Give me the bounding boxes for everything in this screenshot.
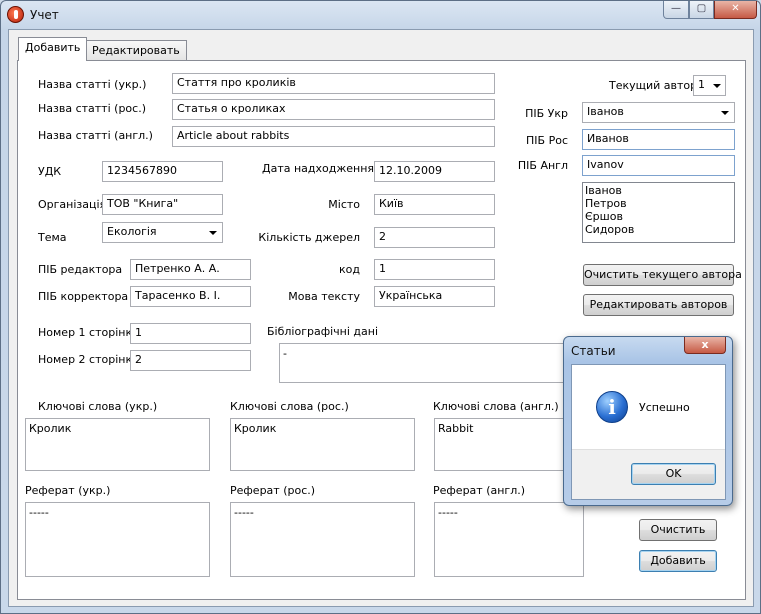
editor-input[interactable]: Петренко А. А. <box>130 259 251 280</box>
name-rus-label: ПІБ Рос <box>526 134 568 147</box>
current-author-combo[interactable]: 1 <box>693 75 726 96</box>
chevron-down-icon[interactable] <box>209 231 217 235</box>
keywords-ukr-label: Ключові слова (укр.) <box>38 400 158 413</box>
tab-panel-add: Назва статті (укр.) Стаття про кроликів … <box>17 60 746 600</box>
dialog-footer: OK <box>572 449 725 499</box>
keywords-rus-label: Ключові слова (рос.) <box>230 400 349 413</box>
organization-label: Організація <box>38 198 107 211</box>
title-rus-input[interactable]: Статья о кроликах <box>172 99 495 120</box>
date-received-input[interactable]: 12.10.2009 <box>374 161 495 182</box>
udk-input[interactable]: 1234567890 <box>102 161 223 182</box>
dialog-message: Успешно <box>639 401 690 414</box>
title-ukr-input[interactable]: Стаття про кроликів <box>172 73 495 94</box>
keywords-eng-label: Ключові слова (англ.) <box>433 400 559 413</box>
dialog-title: Статьи <box>571 344 616 358</box>
title-eng-input[interactable]: Article about rabbits <box>172 126 495 147</box>
udk-label: УДК <box>38 165 62 178</box>
keywords-rus-textarea[interactable]: Кролик <box>230 418 415 471</box>
date-received-label: Дата надходження <box>262 162 375 175</box>
title-eng-label: Назва статті (англ.) <box>38 129 153 142</box>
message-dialog: Статьи x i Успешно OK <box>563 336 733 506</box>
current-author-value: 1 <box>698 78 705 91</box>
page1-input[interactable]: 1 <box>130 323 251 344</box>
name-eng-input[interactable]: Ivanov <box>582 155 735 176</box>
main-window: Учет — ▢ ✕ Добавить Редактировать Назва … <box>0 0 761 614</box>
chevron-down-icon[interactable] <box>713 84 721 88</box>
add-button[interactable]: Добавить <box>639 550 717 572</box>
name-ukr-value: Іванов <box>587 105 624 118</box>
maximize-button[interactable]: ▢ <box>689 1 714 19</box>
close-button[interactable]: ✕ <box>714 1 757 19</box>
city-label: Місто <box>328 198 360 211</box>
abstract-rus-label: Реферат (рос.) <box>230 484 316 497</box>
title-ukr-label: Назва статті (укр.) <box>38 78 147 91</box>
language-label: Мова тексту <box>288 290 360 303</box>
editor-label: ПІБ редактора <box>38 263 123 276</box>
name-ukr-label: ПІБ Укр <box>525 107 568 120</box>
dialog-close-button[interactable]: x <box>684 337 726 354</box>
abstract-rus-textarea[interactable]: ----- <box>230 502 415 577</box>
code-input[interactable]: 1 <box>374 259 495 280</box>
city-input[interactable]: Київ <box>374 194 495 215</box>
list-item[interactable]: Сидоров <box>585 223 732 236</box>
keywords-ukr-textarea[interactable]: Кролик <box>25 418 210 471</box>
list-item[interactable]: Єршов <box>585 210 732 223</box>
title-rus-label: Назва статті (рос.) <box>38 102 146 115</box>
ok-button[interactable]: OK <box>631 463 716 485</box>
info-icon: i <box>596 391 628 423</box>
window-title: Учет <box>30 8 59 22</box>
bibliography-textarea[interactable]: - <box>279 343 579 383</box>
abstract-ukr-textarea[interactable]: ----- <box>25 502 210 577</box>
abstract-eng-textarea[interactable]: ----- <box>434 502 584 577</box>
corrector-input[interactable]: Тарасенко В. І. <box>130 286 251 307</box>
list-item[interactable]: Петров <box>585 197 732 210</box>
language-input[interactable]: Українська <box>374 286 495 307</box>
title-bar[interactable]: Учет — ▢ ✕ <box>1 1 760 29</box>
client-area: Добавить Редактировать Назва статті (укр… <box>8 29 754 607</box>
dialog-client-area: i Успешно OK <box>571 364 726 500</box>
corrector-label: ПІБ корректора <box>38 290 129 303</box>
app-icon[interactable] <box>7 6 24 23</box>
page1-label: Номер 1 сторінки <box>38 326 140 339</box>
page2-input[interactable]: 2 <box>130 350 251 371</box>
code-label: код <box>339 263 360 276</box>
topic-label: Тема <box>38 231 67 244</box>
edit-authors-button[interactable]: Редактировать авторов <box>583 294 734 316</box>
organization-input[interactable]: ТОВ "Книга" <box>102 194 223 215</box>
keywords-eng-textarea[interactable]: Rabbit <box>434 418 584 471</box>
sources-count-input[interactable]: 2 <box>374 227 495 248</box>
name-ukr-combo[interactable]: Іванов <box>582 102 735 123</box>
clear-current-author-button[interactable]: Очистить текущего автора <box>583 264 742 286</box>
tab-edit[interactable]: Редактировать <box>85 40 187 62</box>
list-item[interactable]: Іванов <box>585 184 732 197</box>
tab-add[interactable]: Добавить <box>18 37 88 61</box>
topic-combo-value: Екологія <box>107 225 157 238</box>
minimize-button[interactable]: — <box>663 1 689 19</box>
name-eng-label: ПІБ Англ <box>517 159 568 172</box>
bibliography-label: Бібліографічні дані <box>267 325 379 338</box>
sources-count-label: Кількість джерел <box>258 231 360 244</box>
clear-button[interactable]: Очистить <box>639 519 717 541</box>
authors-listbox[interactable]: Іванов Петров Єршов Сидоров <box>582 182 735 243</box>
abstract-eng-label: Реферат (англ.) <box>433 484 526 497</box>
chevron-down-icon[interactable] <box>721 111 729 115</box>
abstract-ukr-label: Реферат (укр.) <box>25 484 111 497</box>
name-rus-input[interactable]: Иванов <box>582 129 735 150</box>
topic-combo[interactable]: Екологія <box>102 222 223 243</box>
page2-label: Номер 2 сторінки <box>38 353 140 366</box>
current-author-label: Текущий автор <box>609 79 698 92</box>
